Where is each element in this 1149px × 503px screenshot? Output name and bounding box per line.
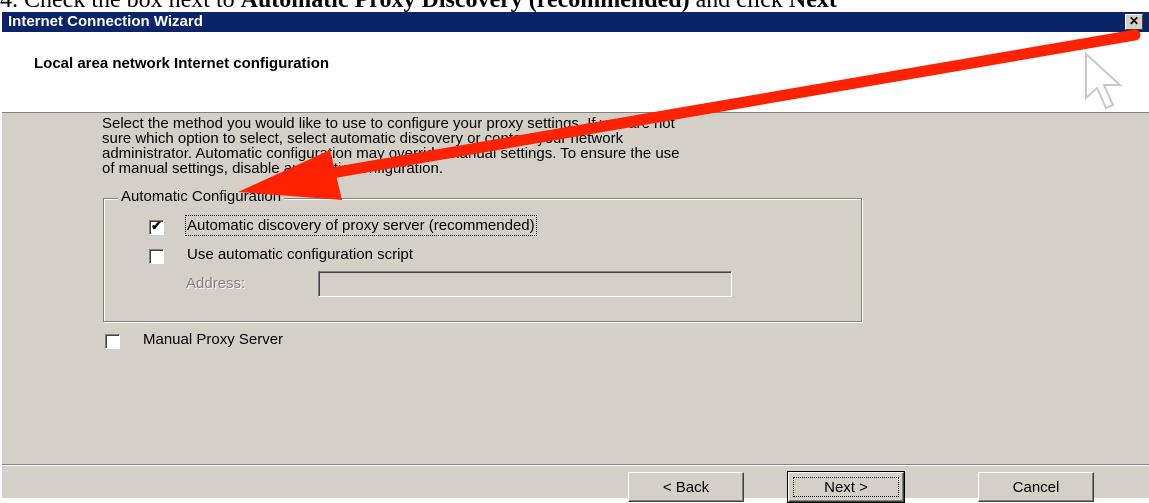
- annotation-arrow: [238, 29, 1141, 200]
